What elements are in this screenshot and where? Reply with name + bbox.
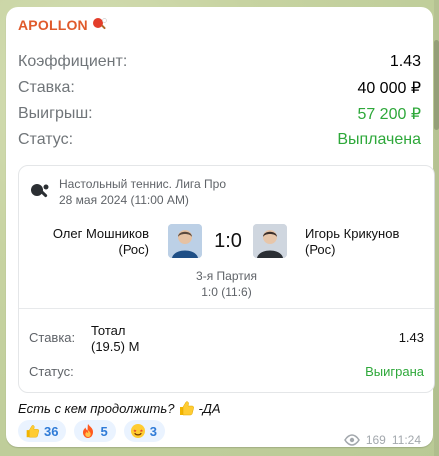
- team-right: Игорь Крикунов (Рос): [305, 226, 425, 258]
- bet-card[interactable]: Настольный теннис. Лига Про 28 мая 2024 …: [18, 165, 435, 393]
- message-bubble[interactable]: APOLLON Коэффициент: 1.43 Ставка: 40 000…: [6, 7, 435, 447]
- reaction-star-struck[interactable]: 3: [123, 420, 165, 442]
- reactions-bar: 36 5 3: [18, 420, 165, 442]
- odds-row: Коэффициент: 1.43: [18, 51, 421, 73]
- message-time: 11:24: [391, 433, 421, 447]
- reaction-fire-count: 5: [100, 423, 108, 439]
- team-left-name: Олег Мошников: [52, 226, 149, 241]
- star-struck-icon: [130, 423, 146, 439]
- team-left: Олег Мошников (Рос): [29, 226, 149, 258]
- payout-row: Выигрыш: 57 200 ₽: [18, 103, 421, 125]
- bet-label: Ставка:: [29, 330, 76, 345]
- bet-market: Тотал (19.5) М: [91, 323, 139, 355]
- team-left-country: (Рос): [118, 242, 150, 257]
- table-tennis-icon: [29, 182, 51, 204]
- reaction-thumbs-up[interactable]: 36: [18, 420, 67, 442]
- status-row-top: Статус: Выплачена: [18, 129, 421, 151]
- bet-row: Ставка: Тотал (19.5) М 1.43: [29, 323, 424, 357]
- status-value-top: Выплачена: [337, 131, 421, 148]
- card-header: Настольный теннис. Лига Про 28 мая 2024 …: [29, 176, 226, 208]
- views-count: 169: [365, 433, 386, 447]
- caption-text: Есть с кем продолжить?: [18, 400, 175, 416]
- league-block: Настольный теннис. Лига Про 28 мая 2024 …: [59, 176, 226, 208]
- views-eye-icon: [343, 434, 360, 446]
- paddle-icon: [92, 17, 108, 33]
- match-date: 28 мая 2024 (11:00 AM): [59, 193, 189, 207]
- player-right-avatar: [253, 224, 287, 258]
- payout-label: Выигрыш:: [18, 105, 93, 122]
- stake-row: Ставка: 40 000 ₽: [18, 77, 421, 99]
- reaction-thumbs-up-count: 36: [44, 423, 59, 439]
- fire-icon: [80, 423, 96, 439]
- stake-label: Ставка:: [18, 79, 75, 96]
- bet-status-value: Выиграна: [365, 364, 424, 379]
- reaction-fire[interactable]: 5: [74, 420, 116, 442]
- period-info: 3-я Партия 1:0 (11:6): [19, 268, 434, 300]
- card-divider: [19, 308, 434, 309]
- bet-status-label: Статус:: [29, 364, 74, 379]
- odds-value: 1.43: [389, 53, 421, 70]
- match-score: 1:0: [214, 230, 242, 252]
- scrollbar-thumb[interactable]: [434, 40, 439, 130]
- odds-label: Коэффициент:: [18, 53, 128, 70]
- message-sender[interactable]: APOLLON: [18, 17, 108, 33]
- reaction-star-struck-count: 3: [149, 423, 157, 439]
- bet-market-line2: (19.5) М: [91, 339, 140, 354]
- bet-market-line1: Тотал: [91, 323, 126, 338]
- caption-suffix: -ДА: [198, 400, 221, 416]
- league-name: Настольный теннис. Лига Про: [59, 177, 226, 191]
- message-caption: Есть с кем продолжить? -ДА: [18, 399, 221, 417]
- team-right-country: (Рос): [305, 242, 336, 257]
- period-score: 1:0 (11:6): [201, 285, 252, 299]
- bet-status-row: Статус: Выиграна: [29, 364, 424, 382]
- status-label-top: Статус:: [18, 131, 74, 148]
- bet-odds: 1.43: [398, 330, 424, 345]
- thumbs-up-icon: [177, 399, 195, 417]
- team-right-name: Игорь Крикунов: [305, 226, 400, 241]
- message-meta: 169 11:24: [343, 433, 421, 447]
- stake-value: 40 000 ₽: [357, 80, 421, 97]
- period-name: 3-я Партия: [196, 269, 257, 283]
- thumbs-up-icon: [24, 423, 40, 439]
- payout-value: 57 200 ₽: [357, 106, 421, 123]
- player-left-avatar: [168, 224, 202, 258]
- match-row: Олег Мошников (Рос) 1:0 Игорь Крикунов (…: [19, 224, 434, 264]
